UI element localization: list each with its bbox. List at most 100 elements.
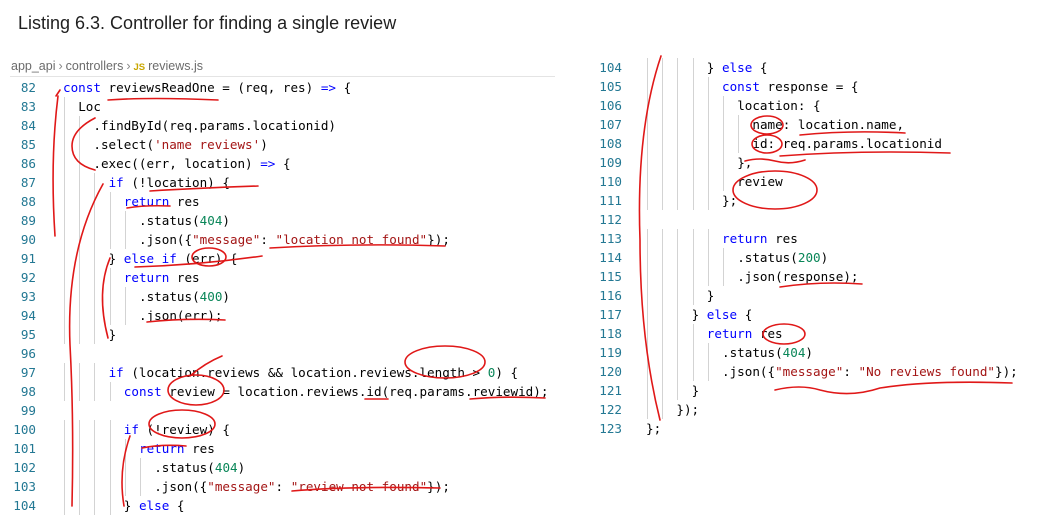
code-token: review = location.reviews.id(req.params.… bbox=[161, 384, 549, 399]
indent-guide bbox=[692, 343, 694, 362]
line-number: 121 bbox=[599, 383, 622, 398]
line-number: 120 bbox=[599, 364, 622, 379]
code-line[interactable]: 104} else { bbox=[594, 58, 1041, 77]
indent-guide bbox=[662, 96, 664, 115]
code-line[interactable]: 113 return res bbox=[594, 229, 1041, 248]
code-line[interactable]: 106 location: { bbox=[594, 96, 1041, 115]
code-line[interactable]: 87 if (!location) { bbox=[8, 173, 558, 192]
code-line[interactable]: 112 bbox=[594, 210, 1041, 229]
indent-guide bbox=[79, 477, 81, 496]
code-line[interactable]: 114 .status(200) bbox=[594, 248, 1041, 267]
code-token: res bbox=[767, 231, 798, 246]
indent-guide bbox=[79, 173, 81, 192]
code-line[interactable]: 117} else { bbox=[594, 305, 1041, 324]
code-line[interactable]: 97 if (location.reviews && location.revie… bbox=[8, 363, 558, 382]
code-line[interactable]: 120 .json({"message": "No reviews found"}… bbox=[594, 362, 1041, 381]
code-line[interactable]: 123}; bbox=[594, 419, 1041, 438]
code-line[interactable]: 89 .status(404) bbox=[8, 211, 558, 230]
code-token: } bbox=[108, 251, 124, 266]
indent-guide bbox=[677, 305, 679, 324]
code-line[interactable]: 102 .status(404) bbox=[8, 458, 558, 477]
code-text: .json(response); bbox=[737, 267, 858, 286]
code-line[interactable]: 82 const reviewsReadOne = (req, res) => { bbox=[8, 78, 558, 97]
code-token: } bbox=[123, 498, 139, 513]
keyword-token: else if bbox=[123, 251, 177, 266]
code-line[interactable]: 103 .json({"message": "review not found"}… bbox=[8, 477, 558, 496]
code-text: }, bbox=[737, 153, 752, 172]
code-line[interactable]: 122}); bbox=[594, 400, 1041, 419]
breadcrumb-file-reviews-js[interactable]: reviews.js bbox=[148, 59, 203, 73]
code-line[interactable]: 88 return res bbox=[8, 192, 558, 211]
code-line[interactable]: 86 .exec((err, location) => { bbox=[8, 154, 558, 173]
code-line[interactable]: 104} else { bbox=[8, 496, 558, 515]
code-line[interactable]: 91} else if (err) { bbox=[8, 249, 558, 268]
code-token: reviewsReadOne = (req, res) bbox=[100, 80, 321, 95]
indent-guide bbox=[64, 173, 65, 192]
code-line[interactable]: 84 .findById(req.params.locationid) bbox=[8, 116, 558, 135]
code-line[interactable]: 99 bbox=[8, 401, 558, 420]
indent-guide bbox=[662, 362, 664, 381]
indent-guide bbox=[124, 306, 126, 325]
indent-guide bbox=[647, 77, 648, 96]
code-token: name: location.name, bbox=[752, 117, 905, 132]
breadcrumb-folder-app-api[interactable]: app_api bbox=[11, 59, 56, 73]
indent-guide bbox=[662, 400, 664, 419]
number-token: 400 bbox=[199, 289, 223, 304]
line-number: 113 bbox=[599, 231, 622, 246]
indent-guide bbox=[662, 172, 664, 191]
indent-guide bbox=[79, 230, 81, 249]
chevron-right-icon: › bbox=[126, 59, 131, 73]
indent-guide bbox=[79, 192, 81, 211]
code-token: Loc bbox=[78, 99, 101, 114]
chevron-right-icon: › bbox=[58, 59, 63, 73]
line-number: 119 bbox=[599, 345, 622, 360]
code-line[interactable]: 111}; bbox=[594, 191, 1041, 210]
code-token: } bbox=[691, 307, 707, 322]
code-line[interactable]: 101 return res bbox=[8, 439, 558, 458]
code-token: .status( bbox=[139, 213, 200, 228]
breadcrumb-folder-controllers[interactable]: controllers bbox=[66, 59, 124, 73]
code-panel-right[interactable]: 104} else {105 const response = {106 locat… bbox=[594, 58, 1041, 442]
indent-guide bbox=[94, 230, 96, 249]
code-line[interactable]: 98 const review = location.reviews.id(req… bbox=[8, 382, 558, 401]
code-line[interactable]: 108 id: req.params.locationid bbox=[594, 134, 1041, 153]
code-line[interactable]: 116} bbox=[594, 286, 1041, 305]
indent-guide bbox=[692, 172, 694, 191]
code-line[interactable]: 96 bbox=[8, 344, 558, 363]
indent-guide bbox=[677, 324, 679, 343]
code-line[interactable]: 100 if (!review) { bbox=[8, 420, 558, 439]
line-number: 111 bbox=[599, 193, 622, 208]
code-line[interactable]: 109}, bbox=[594, 153, 1041, 172]
indent-guide bbox=[64, 249, 65, 268]
keyword-token: const bbox=[123, 384, 162, 399]
indent-guide bbox=[109, 382, 111, 401]
code-line[interactable]: 119 .status(404) bbox=[594, 343, 1041, 362]
indent-guide bbox=[677, 77, 679, 96]
code-line[interactable]: 105 const response = { bbox=[594, 77, 1041, 96]
code-line[interactable]: 94 .json(err); bbox=[8, 306, 558, 325]
line-number: 115 bbox=[599, 269, 622, 284]
code-line[interactable]: 110 review bbox=[594, 172, 1041, 191]
code-text: } bbox=[707, 286, 715, 305]
code-line[interactable]: 95} bbox=[8, 325, 558, 344]
code-line[interactable]: 121} bbox=[594, 381, 1041, 400]
code-text: .exec((err, location) => { bbox=[93, 154, 290, 173]
indent-guide bbox=[692, 248, 694, 267]
indent-guide bbox=[707, 172, 709, 191]
code-line[interactable]: 85 .select('name reviews') bbox=[8, 135, 558, 154]
indent-guide bbox=[738, 134, 740, 153]
indent-guide bbox=[647, 343, 648, 362]
indent-guide bbox=[723, 172, 724, 191]
code-text: location: { bbox=[737, 96, 820, 115]
code-line[interactable]: 92 return res bbox=[8, 268, 558, 287]
code-line[interactable]: 115 .json(response); bbox=[594, 267, 1041, 286]
keyword-token: return bbox=[123, 270, 170, 285]
code-line[interactable]: 107 name: location.name, bbox=[594, 115, 1041, 134]
indent-guide bbox=[647, 286, 648, 305]
code-panel-left[interactable]: 82 const reviewsReadOne = (req, res) => {… bbox=[8, 78, 558, 515]
code-line[interactable]: 90 .json({"message": "location not found"… bbox=[8, 230, 558, 249]
indent-guide bbox=[677, 362, 679, 381]
code-line[interactable]: 83 Loc bbox=[8, 97, 558, 116]
code-line[interactable]: 93 .status(400) bbox=[8, 287, 558, 306]
code-line[interactable]: 118 return res bbox=[594, 324, 1041, 343]
